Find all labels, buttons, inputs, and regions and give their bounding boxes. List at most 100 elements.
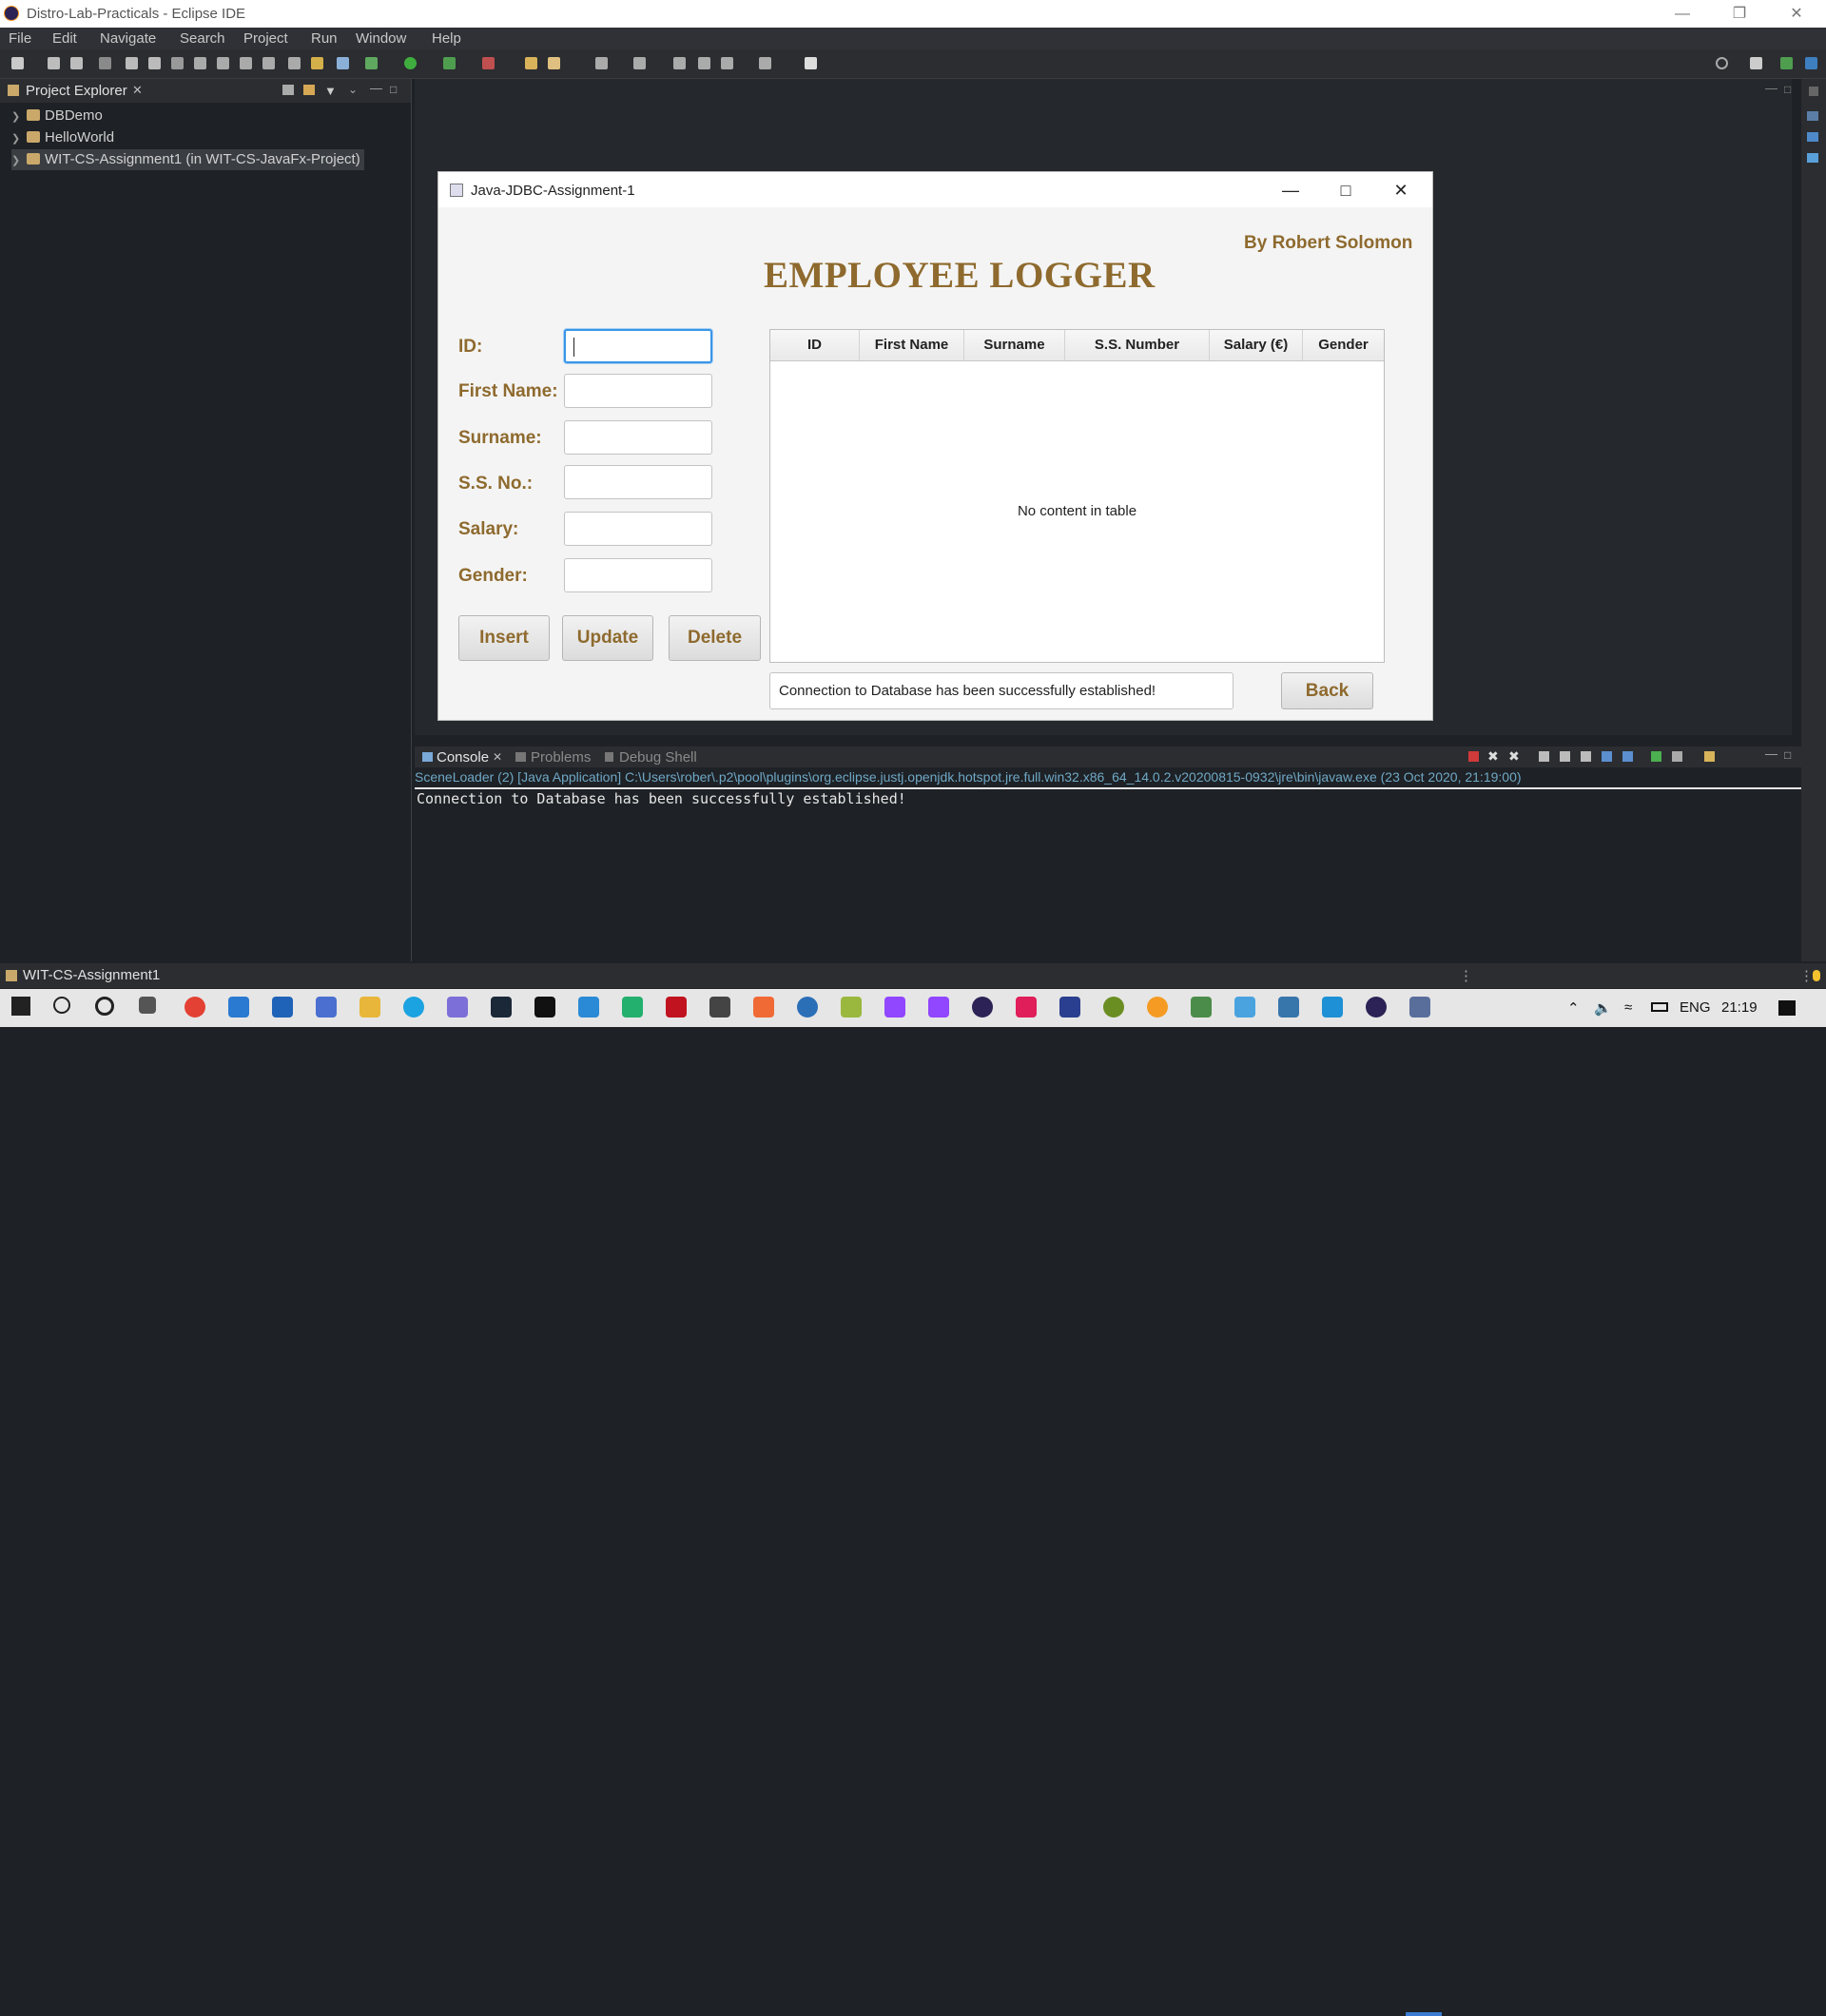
start-icon[interactable] (11, 997, 30, 1016)
clear-console-icon[interactable] (1539, 751, 1549, 762)
vscode-icon[interactable] (578, 997, 599, 1018)
skip-breakpoints-icon[interactable] (99, 57, 111, 69)
app-icon[interactable] (797, 997, 818, 1018)
terminal-icon[interactable] (534, 997, 555, 1018)
app-icon[interactable] (753, 997, 774, 1018)
surname-field[interactable] (564, 420, 712, 455)
steam-icon[interactable] (491, 997, 512, 1018)
save-icon[interactable] (48, 57, 60, 69)
run-icon[interactable] (404, 57, 417, 69)
chrome-icon[interactable] (185, 997, 205, 1018)
menu-project[interactable]: Project (243, 30, 288, 47)
close-view-icon[interactable]: ✕ (132, 83, 143, 98)
chevron-up-icon[interactable]: ⌃ (1567, 999, 1580, 1017)
tab-debug-shell[interactable]: Debug Shell (619, 749, 697, 766)
language-indicator[interactable]: ENG (1680, 999, 1711, 1016)
scroll-lock-icon[interactable] (1560, 751, 1570, 762)
slack-icon[interactable] (1016, 997, 1037, 1018)
column-header-gender[interactable]: Gender (1303, 330, 1384, 360)
whiteboard-icon[interactable] (316, 997, 337, 1018)
view-menu-icon[interactable]: ⌄ (348, 83, 358, 96)
project-explorer-title[interactable]: Project Explorer (26, 83, 127, 99)
restore-icon[interactable] (1809, 87, 1818, 96)
column-header-first-name[interactable]: First Name (860, 330, 964, 360)
last-edit-icon[interactable] (673, 57, 686, 69)
debug-icon[interactable] (365, 57, 378, 69)
maximize-console-icon[interactable]: □ (1784, 748, 1791, 762)
tab-problems[interactable]: Problems (531, 749, 591, 766)
step-over-icon[interactable] (240, 57, 252, 69)
clock[interactable]: 21:19 (1721, 999, 1758, 1016)
minimize-console-icon[interactable]: — (1765, 746, 1777, 761)
wifi-icon[interactable]: ≈ (1624, 999, 1632, 1016)
expressions-icon[interactable] (1807, 153, 1818, 163)
terminate-icon[interactable] (171, 57, 184, 69)
tree-item-wit-cs-assignment1[interactable]: ❯ WIT-CS-Assignment1 (in WIT-CS-JavaFx-Pr… (11, 149, 364, 170)
suspend-icon[interactable] (148, 57, 161, 69)
tip-lightbulb-icon[interactable] (1813, 970, 1820, 981)
ss-no-field[interactable] (564, 465, 712, 499)
next-annotation-icon[interactable] (595, 57, 608, 69)
app-icon[interactable] (1147, 997, 1168, 1018)
column-header-ss-number[interactable]: S.S. Number (1065, 330, 1210, 360)
task-view-icon[interactable] (139, 997, 156, 1014)
menu-run[interactable]: Run (311, 30, 338, 47)
close-button[interactable]: ✕ (1775, 2, 1818, 27)
column-header-id[interactable]: ID (770, 330, 860, 360)
menu-file[interactable]: File (9, 30, 31, 47)
prev-annotation-icon[interactable] (633, 57, 646, 69)
disconnect-icon[interactable] (194, 57, 206, 69)
app-icon[interactable] (1234, 997, 1255, 1018)
variables-icon[interactable] (1807, 111, 1818, 121)
minimize-button[interactable]: — (1661, 2, 1704, 27)
resume-icon[interactable] (126, 57, 138, 69)
menu-help[interactable]: Help (432, 30, 461, 47)
file-explorer-icon[interactable] (359, 997, 380, 1018)
first-name-field[interactable] (564, 374, 712, 408)
app-close-button[interactable]: ✕ (1374, 176, 1428, 204)
step-into-icon[interactable] (217, 57, 229, 69)
java-app-icon[interactable] (1409, 997, 1430, 1018)
open-perspective-icon[interactable] (1750, 57, 1762, 69)
terminate-icon[interactable] (1468, 751, 1479, 762)
menu-edit[interactable]: Edit (52, 30, 77, 47)
app-icon[interactable] (622, 997, 643, 1018)
app-minimize-button[interactable]: — (1264, 176, 1317, 204)
menu-navigate[interactable]: Navigate (100, 30, 156, 47)
tab-console[interactable]: Console (437, 749, 489, 766)
mail-icon[interactable] (228, 997, 249, 1018)
display-console-icon[interactable] (1672, 751, 1682, 762)
battery-icon[interactable] (1651, 1002, 1668, 1012)
coverage-icon[interactable] (443, 57, 456, 69)
volume-icon[interactable]: 🔈 (1594, 999, 1612, 1017)
status-field[interactable]: Connection to Database has been successf… (769, 672, 1234, 709)
edge-icon[interactable] (403, 997, 424, 1018)
chevron-right-icon[interactable]: ❯ (11, 107, 21, 127)
insert-button[interactable]: Insert (458, 615, 550, 661)
column-header-surname[interactable]: Surname (964, 330, 1065, 360)
salary-field[interactable] (564, 512, 712, 546)
close-console-icon[interactable]: ✕ (493, 750, 502, 764)
new-icon[interactable] (11, 57, 24, 69)
menu-search[interactable]: Search (180, 30, 225, 47)
column-header-salary[interactable]: Salary (€) (1210, 330, 1303, 360)
external-tools-icon[interactable] (482, 57, 495, 69)
gender-field[interactable] (564, 558, 712, 592)
filter-icon[interactable]: ▼ (324, 84, 337, 98)
search-icon[interactable] (1716, 57, 1728, 69)
notifications-icon[interactable] (1778, 1000, 1796, 1016)
cortana-icon[interactable] (95, 997, 114, 1016)
chevron-right-icon[interactable]: ❯ (11, 150, 21, 171)
search-icon[interactable] (53, 997, 70, 1014)
save-all-icon[interactable] (70, 57, 83, 69)
open-task-icon[interactable] (311, 57, 323, 69)
restore-button[interactable]: ❐ (1718, 2, 1761, 27)
maximize-view-icon[interactable]: □ (390, 83, 397, 96)
pin-console-icon[interactable] (1651, 751, 1661, 762)
delete-button[interactable]: Delete (669, 615, 761, 661)
app-icon[interactable] (447, 997, 468, 1018)
tree-item-dbdemo[interactable]: ❯ DBDemo (11, 106, 103, 126)
twitch-icon[interactable] (928, 997, 949, 1018)
open-folder-icon[interactable] (525, 57, 537, 69)
app-icon[interactable] (1103, 997, 1124, 1018)
